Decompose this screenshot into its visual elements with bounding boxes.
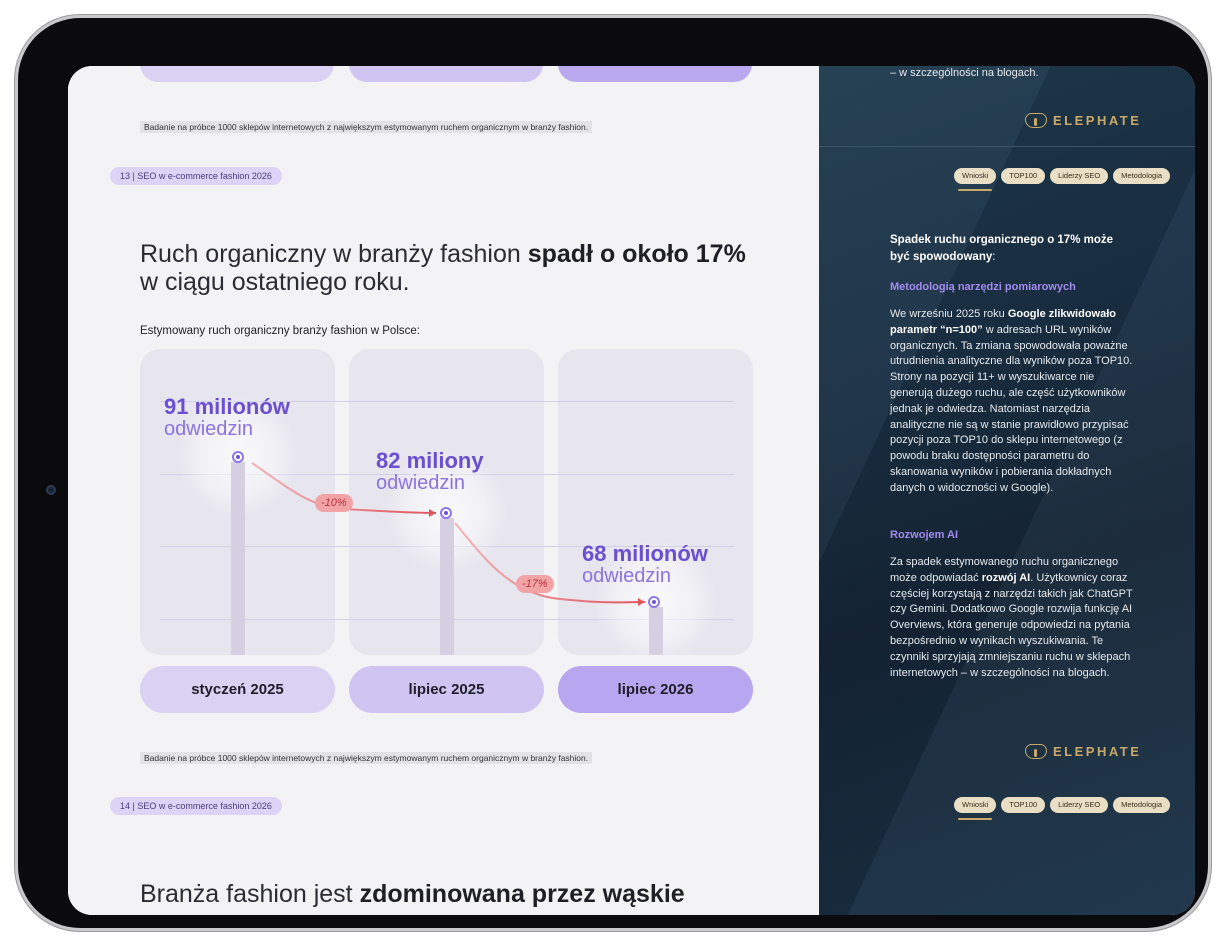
period-pill-top-3: [558, 66, 752, 82]
stat-unit-2: odwiedzin: [376, 472, 465, 494]
period-label-3: lipiec 2026: [558, 666, 753, 713]
stat-unit-1: odwiedzin: [164, 418, 253, 440]
headline-normal: Ruch organiczny w branży fashion: [140, 240, 528, 268]
subheading-methodology: Metodologią narzędzi pomiarowych: [890, 281, 1076, 293]
screen: Badanie na próbce 1000 sklepów interneto…: [68, 66, 1195, 915]
headline-next-normal: Branża fashion jest: [140, 880, 360, 908]
stat-value-1: 91 milionów: [164, 394, 290, 419]
front-camera: [46, 485, 56, 495]
tablet-frame: Badanie na próbce 1000 sklepów interneto…: [18, 18, 1208, 928]
nav-liderzy-seo[interactable]: Liderzy SEO: [1050, 168, 1109, 184]
section-title-text: Spadek ruchu organicznego o 17% może być…: [890, 234, 1114, 263]
text-fragment: – w szczególności na blogach.: [890, 67, 1039, 79]
section-nav: Wnioski TOP100 Liderzy SEO Metodologia: [954, 168, 1171, 191]
arrowhead-2: [638, 598, 645, 606]
paragraph-text: . Użytkownicy coraz częściej korzystają …: [890, 571, 1133, 679]
stat-value-3: 68 milionów: [582, 541, 708, 566]
data-point-3: [648, 596, 660, 608]
section-nav: Wnioski TOP100 Liderzy SEO Metodologia: [954, 797, 1171, 820]
nav-wnioski[interactable]: Wnioski: [954, 168, 997, 191]
headline-bold: spadł o około 17%: [527, 240, 746, 268]
elephant-icon: [1025, 743, 1047, 759]
change-badge-2: -17%: [516, 575, 554, 593]
logo-text: ELEPHATE: [1053, 743, 1142, 759]
nav-top100[interactable]: TOP100: [1001, 168, 1046, 184]
period-pill-top-1: [140, 66, 334, 82]
headline-next-bold: zdominowana przez wąskie: [359, 880, 685, 908]
paragraph-text: w adresach URL wyników organicznych. Ta …: [890, 323, 1133, 494]
paragraph-methodology: We wrześniu 2025 roku Google zlikwidował…: [890, 307, 1140, 497]
stat-value-2: 82 miliony: [376, 448, 484, 473]
brand-logo[interactable]: ELEPHATE: [1025, 743, 1141, 759]
section-title: Spadek ruchu organicznego o 17% może być…: [890, 232, 1135, 266]
subheading-ai: Rozwojem AI: [890, 529, 959, 541]
headline-line2: w ciągu ostatniego roku.: [140, 268, 410, 296]
traffic-chart: 91 milionów odwiedzin 82 miliony odwiedz…: [140, 349, 753, 662]
paragraph-text: We wrześniu 2025 roku: [890, 308, 1008, 320]
nav-top100[interactable]: TOP100: [1001, 797, 1046, 813]
sample-note: Badanie na próbce 1000 sklepów interneto…: [140, 121, 593, 133]
change-badge-1: -10%: [315, 494, 353, 512]
section-title-colon: :: [992, 251, 996, 263]
right-panel: – w szczególności na blogach. ELEPHATE W…: [819, 66, 1195, 915]
page-tag: 13 | SEO w e-commerce fashion 2026: [110, 167, 282, 185]
nav-wnioski[interactable]: Wnioski: [954, 797, 997, 820]
headline: Ruch organiczny w branży fashion spadł o…: [140, 240, 746, 296]
nav-liderzy-seo[interactable]: Liderzy SEO: [1050, 797, 1109, 813]
data-point-1: [232, 451, 244, 463]
nav-metodologia[interactable]: Metodologia: [1113, 168, 1171, 184]
period-pill-top-2: [349, 66, 543, 82]
period-label-2: lipiec 2025: [349, 666, 544, 713]
paragraph-ai: Za spadek estymowanego ruchu organiczneg…: [890, 555, 1140, 681]
divider: [819, 146, 1195, 147]
headline-next: Branża fashion jest zdominowana przez wą…: [140, 880, 685, 908]
arrowhead-1: [429, 509, 436, 517]
nav-metodologia[interactable]: Metodologia: [1113, 797, 1171, 813]
chart-subtitle: Estymowany ruch organiczny branży fashio…: [140, 325, 420, 337]
stat-unit-3: odwiedzin: [582, 565, 671, 587]
logo-text: ELEPHATE: [1053, 112, 1142, 128]
sample-note: Badanie na próbce 1000 sklepów interneto…: [140, 752, 593, 764]
data-point-2: [440, 507, 452, 519]
brand-logo[interactable]: ELEPHATE: [1025, 112, 1141, 128]
page-tag: 14 | SEO w e-commerce fashion 2026: [110, 797, 282, 815]
period-label-1: styczeń 2025: [140, 666, 335, 713]
left-panel: Badanie na próbce 1000 sklepów interneto…: [68, 66, 819, 915]
paragraph-bold: rozwój AI: [981, 571, 1031, 584]
elephant-icon: [1025, 112, 1047, 128]
